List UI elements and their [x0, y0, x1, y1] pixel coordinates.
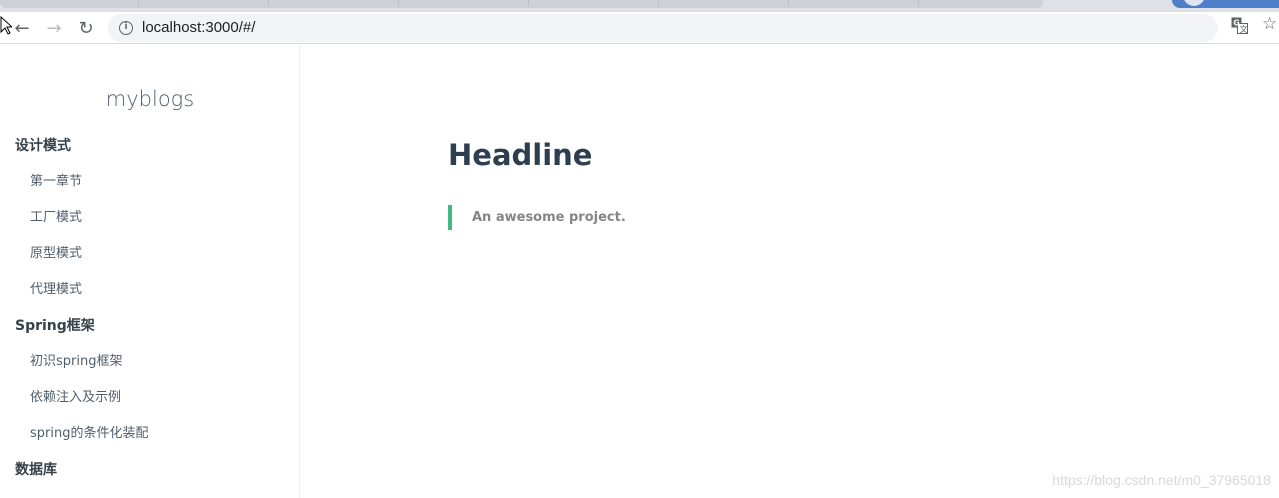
sidebar-section-database[interactable]: 数据库 — [0, 458, 299, 494]
sidebar-item-prototype-pattern[interactable]: 原型模式 — [0, 242, 299, 278]
sidebar-item-dependency-injection[interactable]: 依赖注入及示例 — [0, 386, 299, 422]
main-content: Headline An awesome project. https://blo… — [301, 45, 1279, 498]
sidebar-item-factory-pattern[interactable]: 工厂模式 — [0, 206, 299, 242]
sidebar-item-conditional-config[interactable]: spring的条件化装配 — [0, 422, 299, 458]
browser-toolbar: ← → ↻ i localhost:3000/#/ — [0, 12, 1279, 44]
back-button[interactable]: ← — [8, 14, 36, 42]
tagline-quote: An awesome project. — [448, 205, 626, 230]
sidebar-item-spring-intro[interactable]: 初识spring框架 — [0, 350, 299, 386]
watermark: https://blog.csdn.net/m0_37965018 — [1052, 472, 1271, 488]
sidebar-section-spring[interactable]: Spring框架 — [0, 314, 299, 350]
url-text[interactable]: localhost:3000/#/ — [142, 19, 255, 37]
arrow-left-icon: ← — [14, 17, 30, 39]
arrow-right-icon: → — [46, 17, 62, 39]
sidebar-nav: 设计模式 第一章节 工厂模式 原型模式 代理模式 Spring框架 初识spri… — [0, 134, 299, 494]
sidebar: myblogs 设计模式 第一章节 工厂模式 原型模式 代理模式 Spring框… — [0, 45, 300, 498]
tab-separator — [268, 0, 269, 6]
sidebar-item-proxy-pattern[interactable]: 代理模式 — [0, 278, 299, 314]
sidebar-section-design-patterns[interactable]: 设计模式 — [0, 134, 299, 170]
tab-strip — [0, 0, 1279, 12]
reload-button[interactable]: ↻ — [72, 14, 100, 42]
reload-icon: ↻ — [78, 17, 94, 39]
tab-bar[interactable] — [0, 0, 1043, 8]
star-icon[interactable]: ☆ — [1262, 14, 1277, 34]
app-name[interactable]: myblogs — [0, 87, 299, 111]
translate-icon[interactable]: G 文 — [1231, 17, 1248, 34]
tab-separator — [138, 0, 139, 6]
page-title: Headline — [448, 138, 593, 172]
tab-separator — [658, 0, 659, 6]
svg-text:文: 文 — [1240, 24, 1248, 34]
tab-separator — [528, 0, 529, 6]
info-icon[interactable]: i — [119, 21, 133, 35]
address-bar[interactable]: i localhost:3000/#/ — [108, 14, 1218, 42]
tab-separator — [788, 0, 789, 6]
tab-separator — [398, 0, 399, 6]
sidebar-item-chapter-one[interactable]: 第一章节 — [0, 170, 299, 206]
tab-separator — [918, 0, 919, 6]
forward-button[interactable]: → — [40, 14, 68, 42]
